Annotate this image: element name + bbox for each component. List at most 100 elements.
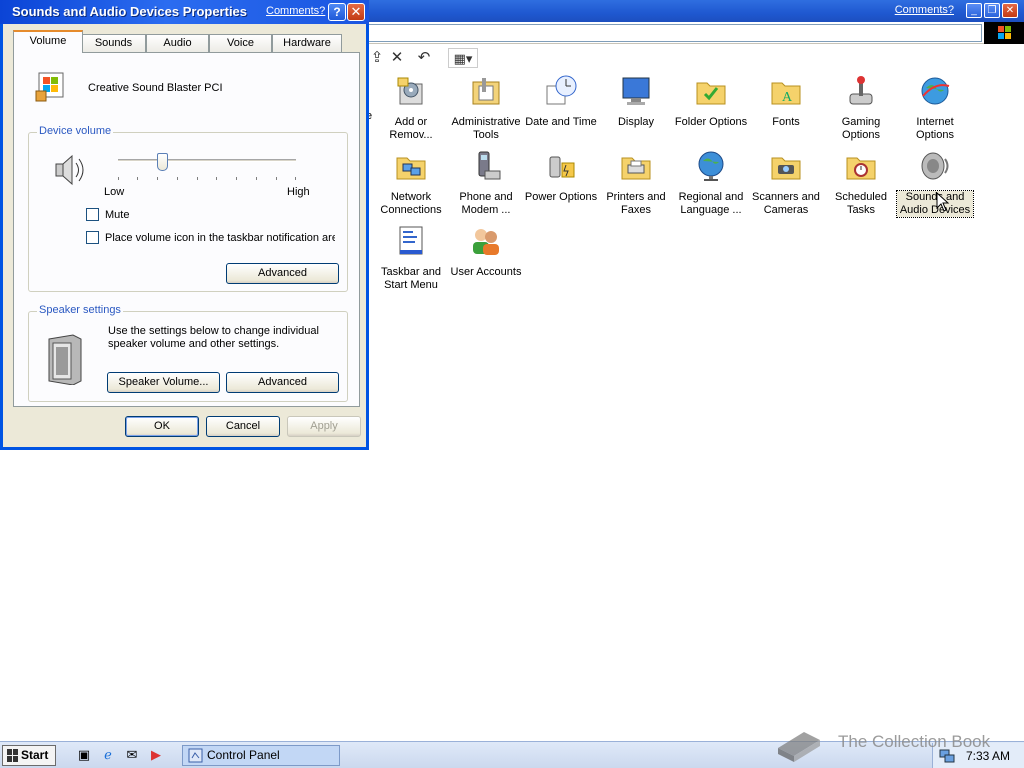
apply-button[interactable]: Apply (287, 416, 361, 437)
tab-hardware[interactable]: Hardware (272, 34, 342, 52)
watermark-text: The Collection Book (838, 732, 991, 751)
icon-folder-options[interactable]: Folder Options (673, 74, 749, 129)
icon-administrative-tools[interactable]: Administrative Tools (448, 74, 524, 142)
slider-tick (118, 177, 119, 180)
outlook-express-icon[interactable]: ✉ (124, 747, 140, 763)
icon-scheduled-tasks[interactable]: Scheduled Tasks (823, 149, 899, 217)
icon-phone-modem[interactable]: Phone and Modem ... (448, 149, 524, 217)
help-button[interactable]: ? (328, 3, 346, 21)
slider-tick (137, 177, 138, 180)
start-flag-icon (7, 749, 18, 762)
volume-slider-track[interactable] (118, 159, 296, 162)
user-accounts-icon (473, 229, 499, 255)
volume-slider-thumb[interactable] (157, 153, 168, 171)
taskbar-start-icon (399, 226, 423, 255)
scanners-cameras-icon (771, 157, 801, 180)
icon-fonts[interactable]: A Fonts (748, 74, 824, 129)
icon-sounds-audio[interactable]: Sounds and Audio Devices (896, 149, 974, 218)
display-icon (622, 77, 650, 105)
slider-tick (157, 177, 158, 180)
icon-user-accounts[interactable]: User Accounts (448, 224, 524, 279)
sounds-properties-dialog: Sounds and Audio Devices Properties Comm… (0, 0, 369, 450)
book-watermark-icon (778, 732, 820, 762)
dialog-titlebar[interactable]: Sounds and Audio Devices Properties Comm… (0, 0, 369, 24)
scheduled-tasks-icon (846, 157, 876, 180)
internet-explorer-icon[interactable]: ℯ (100, 747, 116, 763)
sound-card-icon (35, 72, 64, 102)
control-panel-toolbar: ⇪ ✕ ↶ ▦▾ (368, 44, 1024, 72)
icon-scanners-cameras[interactable]: Scanners and Cameras (748, 149, 824, 217)
mute-label[interactable]: Mute (105, 209, 129, 221)
start-button[interactable]: Start (2, 745, 56, 766)
undo-icon[interactable]: ↶ (413, 48, 435, 68)
move-to-icon[interactable]: ⇪ (366, 48, 388, 68)
media-player-icon[interactable]: ▶ (148, 747, 164, 763)
tab-audio[interactable]: Audio (146, 34, 209, 52)
tab-volume[interactable]: Volume (13, 30, 83, 53)
cancel-button[interactable]: Cancel (206, 416, 280, 437)
device-name: Creative Sound Blaster PCI (88, 82, 223, 94)
power-options-icon (549, 156, 575, 178)
taskbar-control-panel-button[interactable]: Control Panel (182, 745, 340, 766)
mouse-cursor-icon (936, 192, 950, 212)
dialog-body: Volume Sounds Audio Voice Hardware Creat… (3, 24, 366, 447)
phone-modem-icon (478, 151, 501, 180)
dialog-close-button[interactable]: ✕ (347, 3, 365, 21)
icon-internet-options[interactable]: Internet Options (897, 74, 973, 142)
speaker-box-icon (48, 334, 82, 385)
slider-tick (276, 177, 277, 180)
icon-network-connections[interactable]: Network Connections (373, 149, 449, 217)
icon-add-remove-programs[interactable]: Add or Remov... (373, 74, 449, 142)
close-button[interactable]: ✕ (1002, 3, 1018, 18)
windows-logo-icon (984, 22, 1024, 44)
volume-high-label: High (287, 186, 310, 198)
fonts-icon: A (771, 82, 801, 105)
speaker-volume-icon (55, 154, 84, 186)
slider-tick (177, 177, 178, 180)
volume-slider[interactable] (14, 53, 296, 180)
sounds-audio-icon (921, 152, 949, 180)
start-label: Start (21, 748, 49, 762)
taskbar-task-label: Control Panel (207, 748, 280, 762)
show-desktop-icon[interactable]: ▣ (76, 747, 92, 763)
folder-options-icon (696, 82, 726, 105)
icon-taskbar-start-menu[interactable]: Taskbar and Start Menu (373, 224, 449, 292)
minimize-button[interactable]: _ (966, 3, 982, 18)
svg-text:A: A (782, 90, 793, 105)
slider-tick (236, 177, 237, 180)
slider-tick (197, 177, 198, 180)
mute-checkbox[interactable] (86, 208, 99, 221)
speaker-advanced-button[interactable]: Advanced (226, 372, 339, 393)
slider-tick (256, 177, 257, 180)
network-connections-icon (396, 157, 426, 180)
taskbar-icon-checkbox[interactable] (86, 231, 99, 244)
taskbar-icon-label[interactable]: Place volume icon in the taskbar notific… (105, 232, 335, 244)
dialog-comments-link[interactable]: Comments? (266, 5, 325, 17)
icon-display[interactable]: Display (598, 74, 674, 129)
icon-date-time[interactable]: Date and Time (523, 74, 599, 129)
views-icon[interactable]: ▦▾ (448, 48, 478, 68)
volume-tab-page: Creative Sound Blaster PCI Device volume (13, 52, 360, 407)
slider-tick (216, 177, 217, 180)
device-advanced-button[interactable]: Advanced (226, 263, 339, 284)
restore-button[interactable]: ❐ (984, 3, 1000, 18)
administrative-tools-icon (472, 78, 500, 105)
control-panel-icon (188, 748, 203, 763)
slider-tick (295, 177, 296, 180)
icon-regional-language[interactable]: Regional and Language ... (673, 149, 749, 217)
ok-button[interactable]: OK (125, 416, 199, 437)
printers-faxes-icon (621, 157, 651, 180)
speaker-settings-title: Speaker settings (37, 304, 123, 316)
tab-sounds[interactable]: Sounds (81, 34, 146, 52)
control-panel-comments-link[interactable]: Comments? (895, 4, 954, 16)
address-bar[interactable] (368, 24, 982, 42)
tab-voice[interactable]: Voice (209, 34, 272, 52)
icon-gaming-options[interactable]: Gaming Options (823, 74, 899, 142)
dialog-title: Sounds and Audio Devices Properties (12, 4, 248, 19)
icon-printers-faxes[interactable]: Printers and Faxes (598, 149, 674, 217)
gaming-options-icon (849, 76, 873, 105)
icon-power-options[interactable]: Power Options (523, 149, 599, 204)
speaker-volume-button[interactable]: Speaker Volume... (107, 372, 220, 393)
delete-icon[interactable]: ✕ (386, 48, 408, 68)
add-remove-programs-icon (397, 77, 423, 105)
